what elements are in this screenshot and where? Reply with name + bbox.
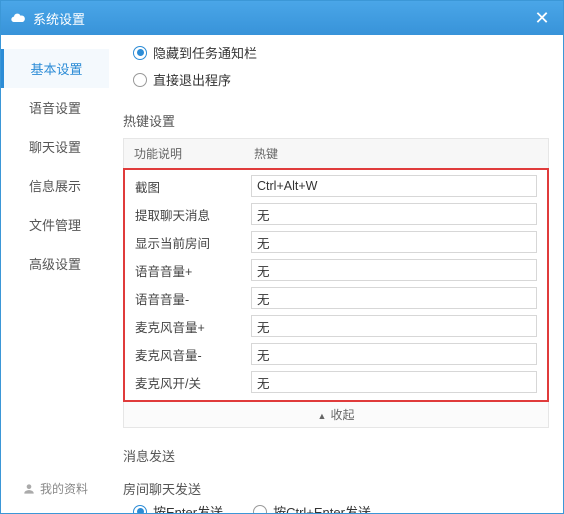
user-icon <box>22 482 36 496</box>
collapse-label: 收起 <box>330 408 354 422</box>
sidebar-item-label: 高级设置 <box>29 257 81 272</box>
radio-label: 按Enter发送 <box>153 502 223 513</box>
hotkey-header-desc: 功能说明 <box>134 145 254 162</box>
hotkey-row-show-room: 显示当前房间 <box>131 228 541 256</box>
radio-label: 直接退出程序 <box>153 70 231 89</box>
hotkey-desc: 提取聊天消息 <box>135 205 251 224</box>
hotkey-section: 热键设置 功能说明 热键 截图 提取聊天消息 <box>123 111 549 428</box>
send-key-radio-group: 按Enter发送 按Ctrl+Enter发送 <box>133 502 549 513</box>
sidebar-item-label: 聊天设置 <box>29 140 81 155</box>
hotkey-desc: 语音音量- <box>135 289 251 308</box>
hotkey-row-screenshot: 截图 <box>131 172 541 200</box>
hotkey-list: 截图 提取聊天消息 显示当前房间 语音音量+ <box>123 168 549 402</box>
hotkey-input-screenshot[interactable] <box>251 175 537 197</box>
sidebar-item-info[interactable]: 信息展示 <box>1 166 109 205</box>
message-send-section: 消息发送 房间聊天发送 按Enter发送 按Ctrl+Enter发送 <box>123 446 549 513</box>
hotkey-input-fetch-chat[interactable] <box>251 203 537 225</box>
hotkey-desc: 显示当前房间 <box>135 233 251 252</box>
radio-icon <box>133 46 147 60</box>
sidebar-nav: 基本设置 语音设置 聊天设置 信息展示 文件管理 高级设置 <box>1 35 109 468</box>
radio-label: 隐藏到任务通知栏 <box>153 43 257 62</box>
close-button[interactable]: ✕ <box>529 5 555 31</box>
room-chat-send-title: 房间聊天发送 <box>123 479 549 498</box>
hotkey-desc: 麦克风音量- <box>135 345 251 364</box>
hotkey-row-voice-up: 语音音量+ <box>131 256 541 284</box>
close-behavior-radio-group: 隐藏到任务通知栏 直接退出程序 <box>133 39 549 93</box>
hotkey-row-voice-down: 语音音量- <box>131 284 541 312</box>
window-body: 基本设置 语音设置 聊天设置 信息展示 文件管理 高级设置 我的资料 隐藏到任务… <box>1 35 563 513</box>
sidebar-item-label: 基本设置 <box>30 62 82 77</box>
my-profile-label: 我的资料 <box>40 480 88 497</box>
hotkey-row-mic-toggle: 麦克风开/关 <box>131 368 541 396</box>
window-title: 系统设置 <box>33 9 529 28</box>
hotkey-header: 功能说明 热键 <box>123 138 549 168</box>
sidebar-item-label: 语音设置 <box>29 101 81 116</box>
titlebar: 系统设置 ✕ <box>1 1 563 35</box>
radio-icon <box>133 505 147 514</box>
hotkey-row-mic-down: 麦克风音量- <box>131 340 541 368</box>
content-pane: 隐藏到任务通知栏 直接退出程序 热键设置 功能说明 热键 <box>109 35 563 513</box>
radio-send-enter[interactable]: 按Enter发送 <box>133 502 223 513</box>
sidebar-item-basic[interactable]: 基本设置 <box>1 49 109 88</box>
sidebar-item-advanced[interactable]: 高级设置 <box>1 244 109 283</box>
sidebar-item-chat[interactable]: 聊天设置 <box>1 127 109 166</box>
hotkey-desc: 截图 <box>135 177 251 196</box>
sidebar-item-label: 文件管理 <box>29 218 81 233</box>
settings-window: 系统设置 ✕ 基本设置 语音设置 聊天设置 信息展示 文件管理 高级设置 我的资… <box>0 0 564 514</box>
chevron-up-icon: ▲ <box>318 411 327 421</box>
radio-label: 按Ctrl+Enter发送 <box>273 502 371 513</box>
hotkey-section-title: 热键设置 <box>123 111 549 130</box>
my-profile-link[interactable]: 我的资料 <box>1 468 109 513</box>
radio-send-ctrl-enter[interactable]: 按Ctrl+Enter发送 <box>253 502 371 513</box>
radio-icon <box>133 73 147 87</box>
hotkey-desc: 麦克风开/关 <box>135 373 251 392</box>
cloud-icon <box>9 9 27 27</box>
hotkey-input-voice-up[interactable] <box>251 259 537 281</box>
hotkey-desc: 语音音量+ <box>135 261 251 280</box>
sidebar: 基本设置 语音设置 聊天设置 信息展示 文件管理 高级设置 我的资料 <box>1 35 109 513</box>
hotkey-row-mic-up: 麦克风音量+ <box>131 312 541 340</box>
hotkey-input-mic-toggle[interactable] <box>251 371 537 393</box>
hotkey-desc: 麦克风音量+ <box>135 317 251 336</box>
message-send-title: 消息发送 <box>123 446 549 465</box>
hotkey-panel: 功能说明 热键 截图 提取聊天消息 显示当前房间 <box>123 138 549 428</box>
hotkey-header-key: 热键 <box>254 145 538 162</box>
close-behavior-section: 隐藏到任务通知栏 直接退出程序 <box>123 39 549 93</box>
hotkey-row-fetch-chat: 提取聊天消息 <box>131 200 541 228</box>
hotkey-input-mic-down[interactable] <box>251 343 537 365</box>
hotkey-input-show-room[interactable] <box>251 231 537 253</box>
radio-hide-to-tray[interactable]: 隐藏到任务通知栏 <box>133 39 549 66</box>
radio-exit-program[interactable]: 直接退出程序 <box>133 66 549 93</box>
hotkey-input-mic-up[interactable] <box>251 315 537 337</box>
hotkey-input-voice-down[interactable] <box>251 287 537 309</box>
radio-icon <box>253 505 267 514</box>
collapse-hotkeys[interactable]: ▲收起 <box>123 402 549 428</box>
sidebar-item-files[interactable]: 文件管理 <box>1 205 109 244</box>
sidebar-item-label: 信息展示 <box>29 179 81 194</box>
sidebar-item-voice[interactable]: 语音设置 <box>1 88 109 127</box>
